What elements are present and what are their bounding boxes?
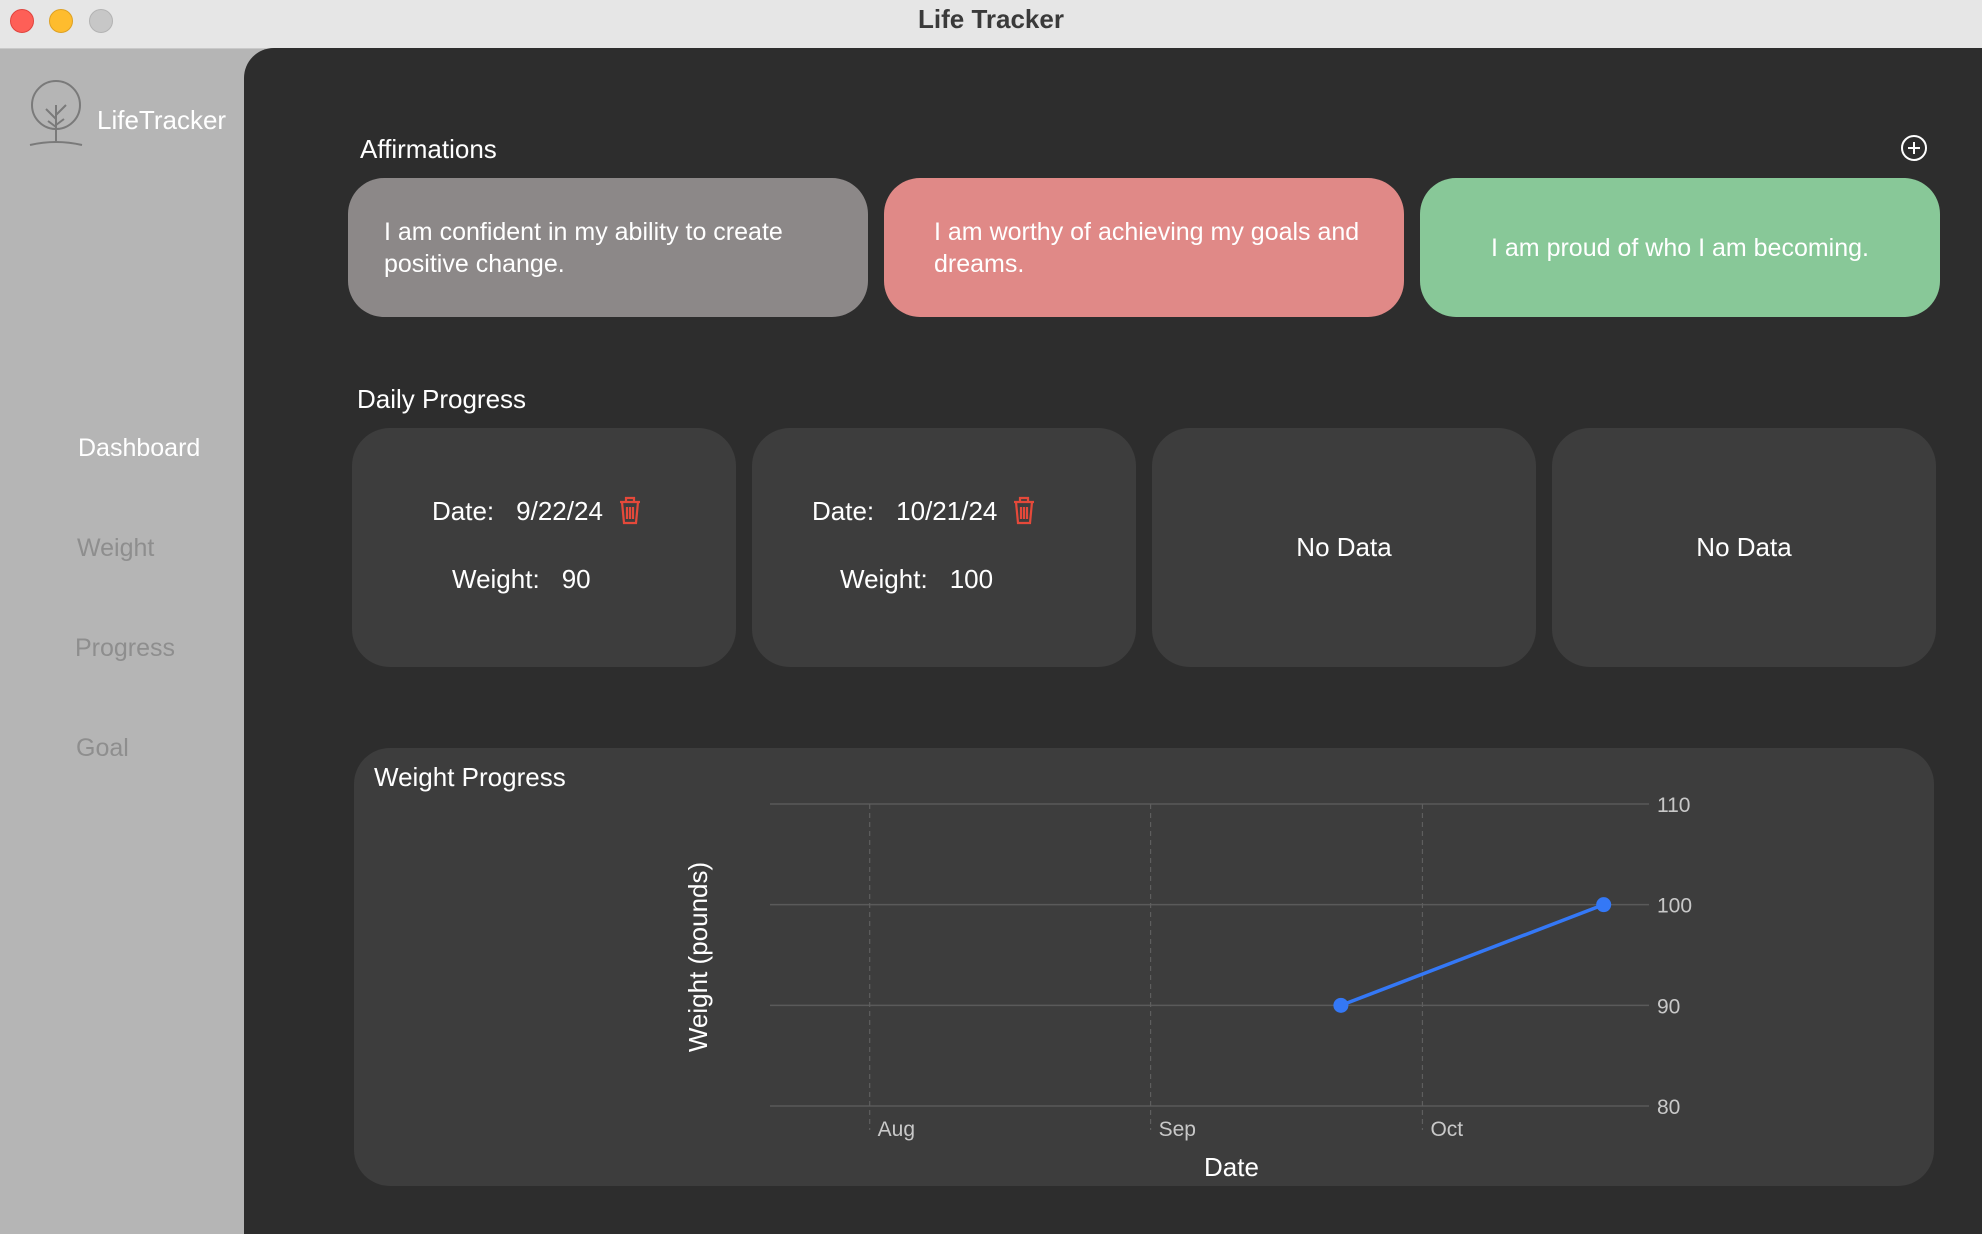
window-title: Life Tracker xyxy=(918,4,1064,34)
data-point xyxy=(1333,997,1349,1013)
series-line xyxy=(1340,903,1605,1007)
trash-icon[interactable] xyxy=(1011,495,1037,525)
affirmation-text: I am worthy of achieving my goals and dr… xyxy=(934,217,1360,278)
affirmation-card[interactable]: I am proud of who I am becoming. xyxy=(1420,178,1940,317)
sidebar-item-progress[interactable]: Progress xyxy=(75,634,175,663)
x-tick-label: Oct xyxy=(1430,1118,1463,1141)
sidebar: LifeTracker Dashboard Weight Progress Go… xyxy=(0,49,244,1234)
weight-chart: 110 100 90 80 Aug Sep Oct Date Weight (pounds) xyxy=(683,794,1692,1182)
x-axis-label: Date xyxy=(1204,1152,1259,1182)
daily-progress-card: Date: 9/22/24 Weight: 90 xyxy=(352,428,736,667)
date-label: Date: xyxy=(432,496,495,526)
y-tick-label: 90 xyxy=(1657,995,1680,1018)
y-axis-label: Weight (pounds) xyxy=(683,862,713,1052)
y-tick-label: 110 xyxy=(1657,794,1690,817)
affirmation-card[interactable]: I am confident in my ability to create p… xyxy=(348,178,868,317)
weight-label: Weight: xyxy=(840,564,928,594)
x-tick-label: Aug xyxy=(878,1118,915,1141)
title-bar: Life Tracker xyxy=(0,0,1982,49)
daily-progress-card-empty: No Data xyxy=(1552,428,1936,667)
brand-name: LifeTracker xyxy=(97,105,227,135)
affirmation-text: I am proud of who I am becoming. xyxy=(1491,233,1869,262)
weight-label: Weight: xyxy=(452,564,540,594)
no-data-label: No Data xyxy=(1296,532,1392,562)
date-label: Date: xyxy=(812,496,875,526)
no-data-label: No Data xyxy=(1696,532,1792,562)
sidebar-item-dashboard[interactable]: Dashboard xyxy=(78,434,200,463)
entry-date: 10/21/24 xyxy=(896,496,998,526)
affirmation-card[interactable]: I am worthy of achieving my goals and dr… xyxy=(884,178,1404,317)
tree-logo-icon xyxy=(29,80,83,146)
sidebar-item-goal[interactable]: Goal xyxy=(76,734,129,763)
main-content: Affirmations I am confident in my abilit… xyxy=(244,48,1982,1234)
entry-date: 9/22/24 xyxy=(516,496,603,526)
y-tick-label: 80 xyxy=(1657,1096,1680,1119)
daily-progress-title: Daily Progress xyxy=(357,384,527,414)
affirmations-title: Affirmations xyxy=(360,134,497,164)
entry-weight: 100 xyxy=(949,564,994,594)
y-tick-label: 100 xyxy=(1657,895,1692,918)
affirmation-text: I am confident in my ability to create p… xyxy=(384,217,783,278)
entry-weight: 90 xyxy=(561,564,591,594)
data-point xyxy=(1596,897,1612,913)
daily-progress-card: Date: 10/21/24 Weight: 100 xyxy=(752,428,1136,667)
add-affirmation-button[interactable] xyxy=(1900,134,1928,162)
x-tick-label: Sep xyxy=(1159,1118,1196,1141)
sidebar-item-weight[interactable]: Weight xyxy=(77,534,154,563)
weight-progress-panel: Weight Progress 110 100 90 80 Aug Sep Oct Date W… xyxy=(354,748,1934,1186)
trash-icon[interactable] xyxy=(617,495,643,525)
daily-progress-card-empty: No Data xyxy=(1152,428,1536,667)
